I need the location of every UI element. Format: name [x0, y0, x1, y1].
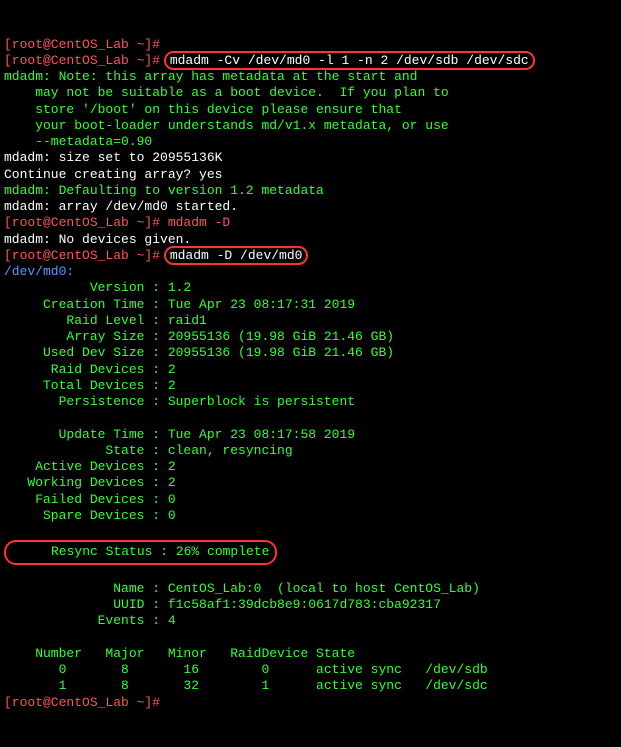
command-highlight-1: mdadm -Cv /dev/md0 -l 1 -n 2 /dev/sdb /d… [164, 51, 535, 70]
output-line: store '/boot' on this device please ensu… [4, 102, 402, 117]
output-line: mdadm: Note: this array has metadata at … [4, 69, 417, 84]
table-row: 0 8 16 0 active sync /dev/sdb [4, 662, 488, 677]
output-line: mdadm: Defaulting to version 1.2 metadat… [4, 183, 324, 198]
output-line: mdadm: array /dev/md0 started. [4, 199, 238, 214]
output-line: Working Devices : 2 [4, 475, 176, 490]
output-line: Persistence : Superblock is persistent [4, 394, 355, 409]
output-line: mdadm: No devices given. [4, 232, 191, 247]
table-row: 1 8 32 1 active sync /dev/sdc [4, 678, 488, 693]
output-line: State : clean, resyncing [4, 443, 293, 458]
output-line: --metadata=0.90 [4, 134, 152, 149]
output-line: Failed Devices : 0 [4, 492, 176, 507]
output-line: Events : 4 [4, 613, 176, 628]
output-line: Raid Devices : 2 [4, 362, 176, 377]
output-line: Update Time : Tue Apr 23 08:17:58 2019 [4, 427, 355, 442]
output-line: Active Devices : 2 [4, 459, 176, 474]
output-line: Array Size : 20955136 (19.98 GiB 21.46 G… [4, 329, 394, 344]
prompt-line: [root@CentOS_Lab ~]# [4, 695, 160, 710]
output-line: Total Devices : 2 [4, 378, 176, 393]
table-header: Number Major Minor RaidDevice State [4, 646, 355, 661]
output-line: your boot-loader understands md/v1.x met… [4, 118, 449, 133]
output-line: Used Dev Size : 20955136 (19.98 GiB 21.4… [4, 345, 394, 360]
resync-highlight: Resync Status : 26% complete [4, 540, 277, 564]
output-line: Version : 1.2 [4, 280, 191, 295]
output-line: mdadm: size set to 20955136K [4, 150, 222, 165]
output-line: Continue creating array? yes [4, 167, 222, 182]
output-line: Creation Time : Tue Apr 23 08:17:31 2019 [4, 297, 355, 312]
prompt-line: [root@CentOS_Lab ~]# [4, 53, 168, 68]
output-line: Name : CentOS_Lab:0 (local to host CentO… [4, 581, 480, 596]
output-line: Spare Devices : 0 [4, 508, 176, 523]
prompt-line: [root@CentOS_Lab ~]# [4, 37, 160, 52]
device-header: /dev/md0: [4, 264, 74, 279]
prompt-line: [root@CentOS_Lab ~]# [4, 248, 168, 263]
output-line: may not be suitable as a boot device. If… [4, 85, 449, 100]
output-line: UUID : f1c58af1:39dcb8e9:0617d783:cba923… [4, 597, 441, 612]
output-line: Raid Level : raid1 [4, 313, 207, 328]
command-highlight-2: mdadm -D /dev/md0 [164, 246, 309, 265]
prompt-line: [root@CentOS_Lab ~]# mdadm -D [4, 215, 230, 230]
